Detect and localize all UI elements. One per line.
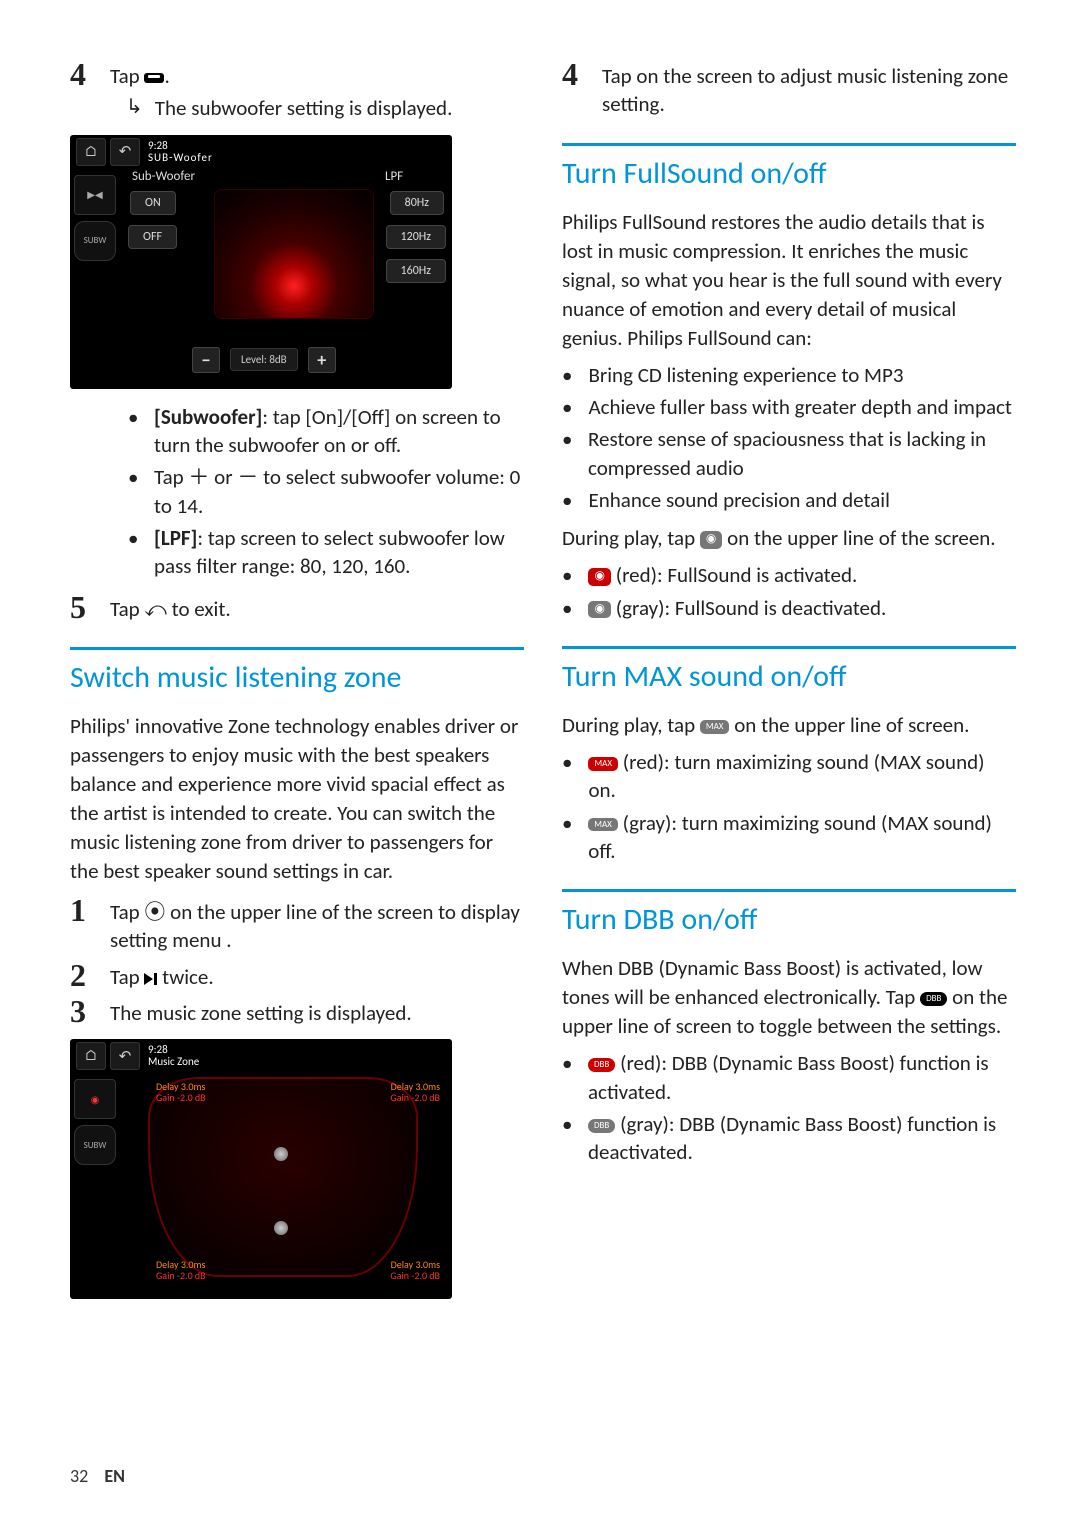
- screen-time: 9:28: [148, 140, 213, 152]
- step-4-sub: The subwoofer setting is displayed.: [155, 94, 453, 122]
- zone-icon[interactable]: ◉: [74, 1079, 116, 1119]
- zone-step-3-text: The music zone setting is displayed.: [110, 995, 524, 1027]
- dbb-states: •DBB (red): DBB (Dynamic Bass Boost) fun…: [562, 1049, 1016, 1166]
- plus-button[interactable]: +: [308, 347, 336, 373]
- max-icon-gray: MAX: [588, 818, 618, 832]
- zone-step-1: 1 Tap ⦿ on the upper line of the screen …: [70, 894, 524, 955]
- minus-button[interactable]: −: [192, 347, 220, 373]
- subwoofer-icon: [144, 73, 164, 83]
- bullet-volume: Tap ＋ or － to select subwoofer volume: 0…: [154, 463, 524, 520]
- zone-step-2-text: Tap twice.: [110, 959, 524, 991]
- step-number: 2: [70, 959, 92, 991]
- fs-bullet: Achieve fuller bass with greater depth a…: [588, 393, 1012, 421]
- max-during: During play, tap MAX on the upper line o…: [562, 711, 1016, 740]
- zone-label-tr: Delay 3.0msGain -2.0 dB: [390, 1081, 440, 1103]
- dbb-icon-red: DBB: [588, 1058, 615, 1072]
- car-outline: [148, 1077, 418, 1277]
- lpf-160-button[interactable]: 160Hz: [386, 259, 446, 283]
- fullsound-during: During play, tap ◉ on the upper line of …: [562, 524, 1016, 553]
- home-icon[interactable]: ⌂: [76, 138, 106, 166]
- bullet-lpf: [LPF]: tap screen to select subwoofer lo…: [154, 524, 524, 581]
- zone-paragraph: Philips' innovative Zone technology enab…: [70, 712, 524, 886]
- page-footer: 32 EN: [70, 1465, 125, 1487]
- zone-step-1-text: Tap ⦿ on the upper line of the screen to…: [110, 894, 524, 955]
- dbb-state-gray: DBB (gray): DBB (Dynamic Bass Boost) fun…: [588, 1110, 1016, 1167]
- zone-label-br: Delay 3.0msGain -2.0 dB: [390, 1259, 440, 1281]
- right-step-4-text: Tap on the screen to adjust music listen…: [602, 58, 1016, 119]
- step-number: 3: [70, 995, 92, 1027]
- zone-step-3: 3 The music zone setting is displayed.: [70, 995, 524, 1027]
- subw-button[interactable]: SUBW: [74, 1125, 116, 1165]
- result-arrow-icon: ↳: [126, 94, 143, 122]
- left-step-5: 5 Tap ⤺ to exit.: [70, 591, 524, 623]
- screen-title: Music Zone: [148, 1056, 199, 1068]
- fs-state-gray: ◉ (gray): FullSound is deactivated.: [588, 594, 886, 622]
- fullsound-section-title: Turn FullSound on/off: [562, 143, 1016, 192]
- zone-label-tl: Delay 3.0msGain -2.0 dB: [156, 1081, 206, 1103]
- left-column: 4 Tap . ↳ The subwoofer setting is displ…: [70, 58, 524, 1313]
- max-state-gray: MAX (gray): turn maximizing sound (MAX s…: [588, 809, 1016, 866]
- speaker-graphic: [214, 189, 374, 319]
- left-step-4: 4 Tap . ↳ The subwoofer setting is displ…: [70, 58, 524, 123]
- bullet-subwoofer: [Subwoofer]: tap [On]/[Off] on screen to…: [154, 403, 524, 460]
- step-number: 4: [70, 58, 92, 123]
- fullsound-icon-gray: ◉: [588, 601, 610, 619]
- fullsound-bullets: •Bring CD listening experience to MP3 •A…: [562, 361, 1016, 515]
- right-column: 4 Tap on the screen to adjust music list…: [562, 58, 1016, 1313]
- screen-title: SUB-Woofer: [148, 152, 213, 164]
- subwoofer-screenshot: ⌂ ↶ 9:28 SUB-Woofer ▶◀ SUBW Sub-Woofer L…: [70, 135, 452, 389]
- lpf-80-button[interactable]: 80Hz: [390, 191, 444, 215]
- step-number: 4: [562, 58, 584, 119]
- dbb-section-title: Turn DBB on/off: [562, 889, 1016, 938]
- step-4-text: Tap: [110, 63, 140, 89]
- max-state-red: MAX (red): turn maximizing sound (MAX so…: [588, 748, 1016, 805]
- level-display: Level: 8dB: [230, 348, 298, 371]
- fullsound-icon: ◉: [700, 531, 722, 549]
- fullsound-paragraph: Philips FullSound restores the audio det…: [562, 208, 1016, 353]
- step-number: 1: [70, 894, 92, 955]
- musiczone-screenshot: ⌂ ↶ 9:28 Music Zone ◉ SUBW Delay 3.0msGa…: [70, 1039, 452, 1299]
- max-icon: MAX: [700, 720, 730, 734]
- on-button[interactable]: ON: [130, 191, 176, 215]
- subwoofer-label: Sub-Woofer: [132, 169, 195, 184]
- right-step-4: 4 Tap on the screen to adjust music list…: [562, 58, 1016, 119]
- home-icon[interactable]: ⌂: [76, 1042, 106, 1070]
- zone-section-title: Switch music listening zone: [70, 647, 524, 696]
- fs-bullet: Restore sense of spaciousness that is la…: [588, 425, 1016, 482]
- back-icon[interactable]: ↶: [110, 138, 140, 166]
- fullsound-icon-red: ◉: [588, 568, 610, 586]
- fs-bullet: Bring CD listening experience to MP3: [588, 361, 903, 389]
- fullsound-states: •◉ (red): FullSound is activated. •◉ (gr…: [562, 561, 1016, 622]
- lpf-120-button[interactable]: 120Hz: [386, 225, 446, 249]
- zone-label-bl: Delay 3.0msGain -2.0 dB: [156, 1259, 206, 1281]
- fs-bullet: Enhance sound precision and detail: [588, 486, 889, 514]
- prev-next-icon[interactable]: ▶◀: [74, 175, 116, 215]
- dbb-icon-gray: DBB: [588, 1119, 615, 1133]
- back-icon[interactable]: ↶: [110, 1042, 140, 1070]
- max-icon-red: MAX: [588, 757, 618, 771]
- dbb-paragraph: When DBB (Dynamic Bass Boost) is activat…: [562, 954, 1016, 1041]
- max-states: •MAX (red): turn maximizing sound (MAX s…: [562, 748, 1016, 865]
- subw-button[interactable]: SUBW: [74, 221, 116, 261]
- zone-step-2: 2 Tap twice.: [70, 959, 524, 991]
- page-lang: EN: [104, 1465, 125, 1487]
- max-section-title: Turn MAX sound on/off: [562, 646, 1016, 695]
- dbb-state-red: DBB (red): DBB (Dynamic Bass Boost) func…: [588, 1049, 1016, 1106]
- fs-state-red: ◉ (red): FullSound is activated.: [588, 561, 857, 589]
- dbb-icon: DBB: [920, 992, 947, 1006]
- step-number: 5: [70, 591, 92, 623]
- subwoofer-bullets: •[Subwoofer]: tap [On]/[Off] on screen t…: [128, 403, 524, 581]
- lpf-label: LPF: [385, 169, 403, 184]
- step-5-text: Tap ⤺ to exit.: [110, 591, 524, 623]
- page-number: 32: [70, 1465, 88, 1487]
- off-button[interactable]: OFF: [128, 225, 177, 249]
